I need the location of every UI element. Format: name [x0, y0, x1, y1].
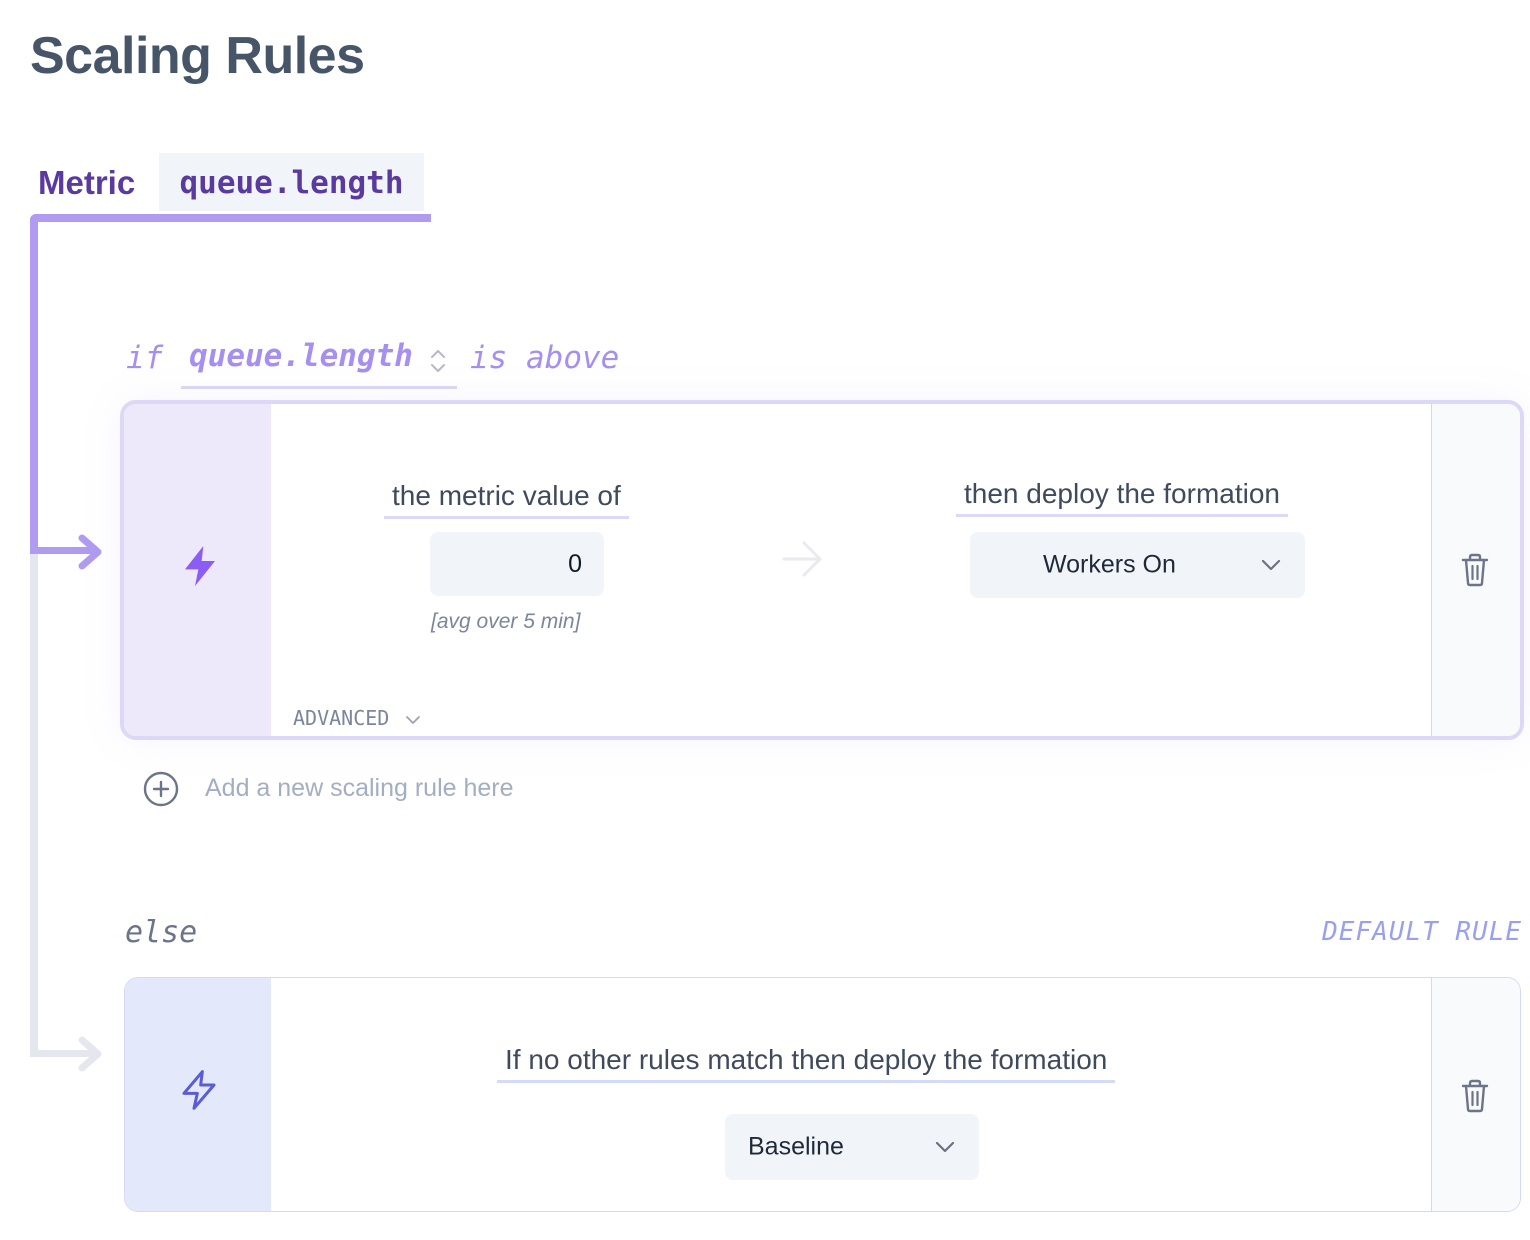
condition-metric-select[interactable]: queue.length — [181, 338, 457, 389]
connector-line-inactive-vertical — [30, 554, 38, 1056]
else-keyword: else — [125, 915, 198, 950]
comparator-select[interactable]: is above — [470, 340, 619, 376]
advanced-toggle[interactable]: ADVANCED — [293, 706, 421, 730]
default-rule-card: If no other rules match then deploy the … — [124, 977, 1521, 1212]
default-rule-side-panel — [125, 978, 271, 1211]
metric-name-field[interactable]: queue.length — [159, 153, 424, 211]
advanced-label: ADVANCED — [293, 706, 390, 730]
lightning-filled-icon — [185, 546, 215, 586]
connector-line-active — [30, 214, 431, 222]
chevron-up-down-icon — [431, 350, 445, 372]
action-label: then deploy the formation — [956, 478, 1288, 517]
scaling-rule-card: the metric value of [avg over 5 min] the… — [120, 400, 1524, 740]
arrow-right-icon — [782, 541, 822, 577]
condition-metric-value: queue.length — [189, 338, 413, 374]
chevron-down-icon — [1261, 559, 1281, 571]
add-rule-label: Add a new scaling rule here — [205, 774, 514, 802]
plus-circle-icon — [143, 771, 179, 807]
formation-select[interactable]: Workers On — [970, 532, 1305, 598]
threshold-hint: [avg over 5 min] — [431, 610, 581, 633]
default-formation-value: Baseline — [748, 1132, 844, 1161]
default-rule-delete-column — [1431, 978, 1520, 1211]
threshold-label: the metric value of — [384, 480, 629, 519]
rule-delete-column — [1431, 404, 1520, 736]
trash-icon[interactable] — [1460, 552, 1490, 588]
add-rule-button[interactable]: Add a new scaling rule here — [142, 770, 562, 808]
lightning-outline-icon — [182, 1070, 216, 1110]
chevron-down-icon — [935, 1141, 955, 1153]
metric-label: Metric — [38, 164, 136, 201]
rule-side-panel — [124, 404, 271, 736]
chevron-down-icon — [406, 715, 421, 724]
default-rule-badge: DEFAULT RULE — [1322, 917, 1522, 947]
arrow-right-icon — [78, 1036, 102, 1072]
default-rule-label: If no other rules match then deploy the … — [497, 1044, 1116, 1083]
trash-icon[interactable] — [1460, 1078, 1490, 1114]
threshold-input[interactable] — [430, 532, 604, 596]
formation-select-value: Workers On — [1043, 550, 1176, 579]
arrow-right-icon — [78, 534, 102, 570]
page-title: Scaling Rules — [30, 27, 365, 85]
default-formation-select[interactable]: Baseline — [725, 1114, 979, 1180]
if-keyword: if — [126, 340, 164, 376]
connector-line-active-vertical — [30, 214, 38, 554]
